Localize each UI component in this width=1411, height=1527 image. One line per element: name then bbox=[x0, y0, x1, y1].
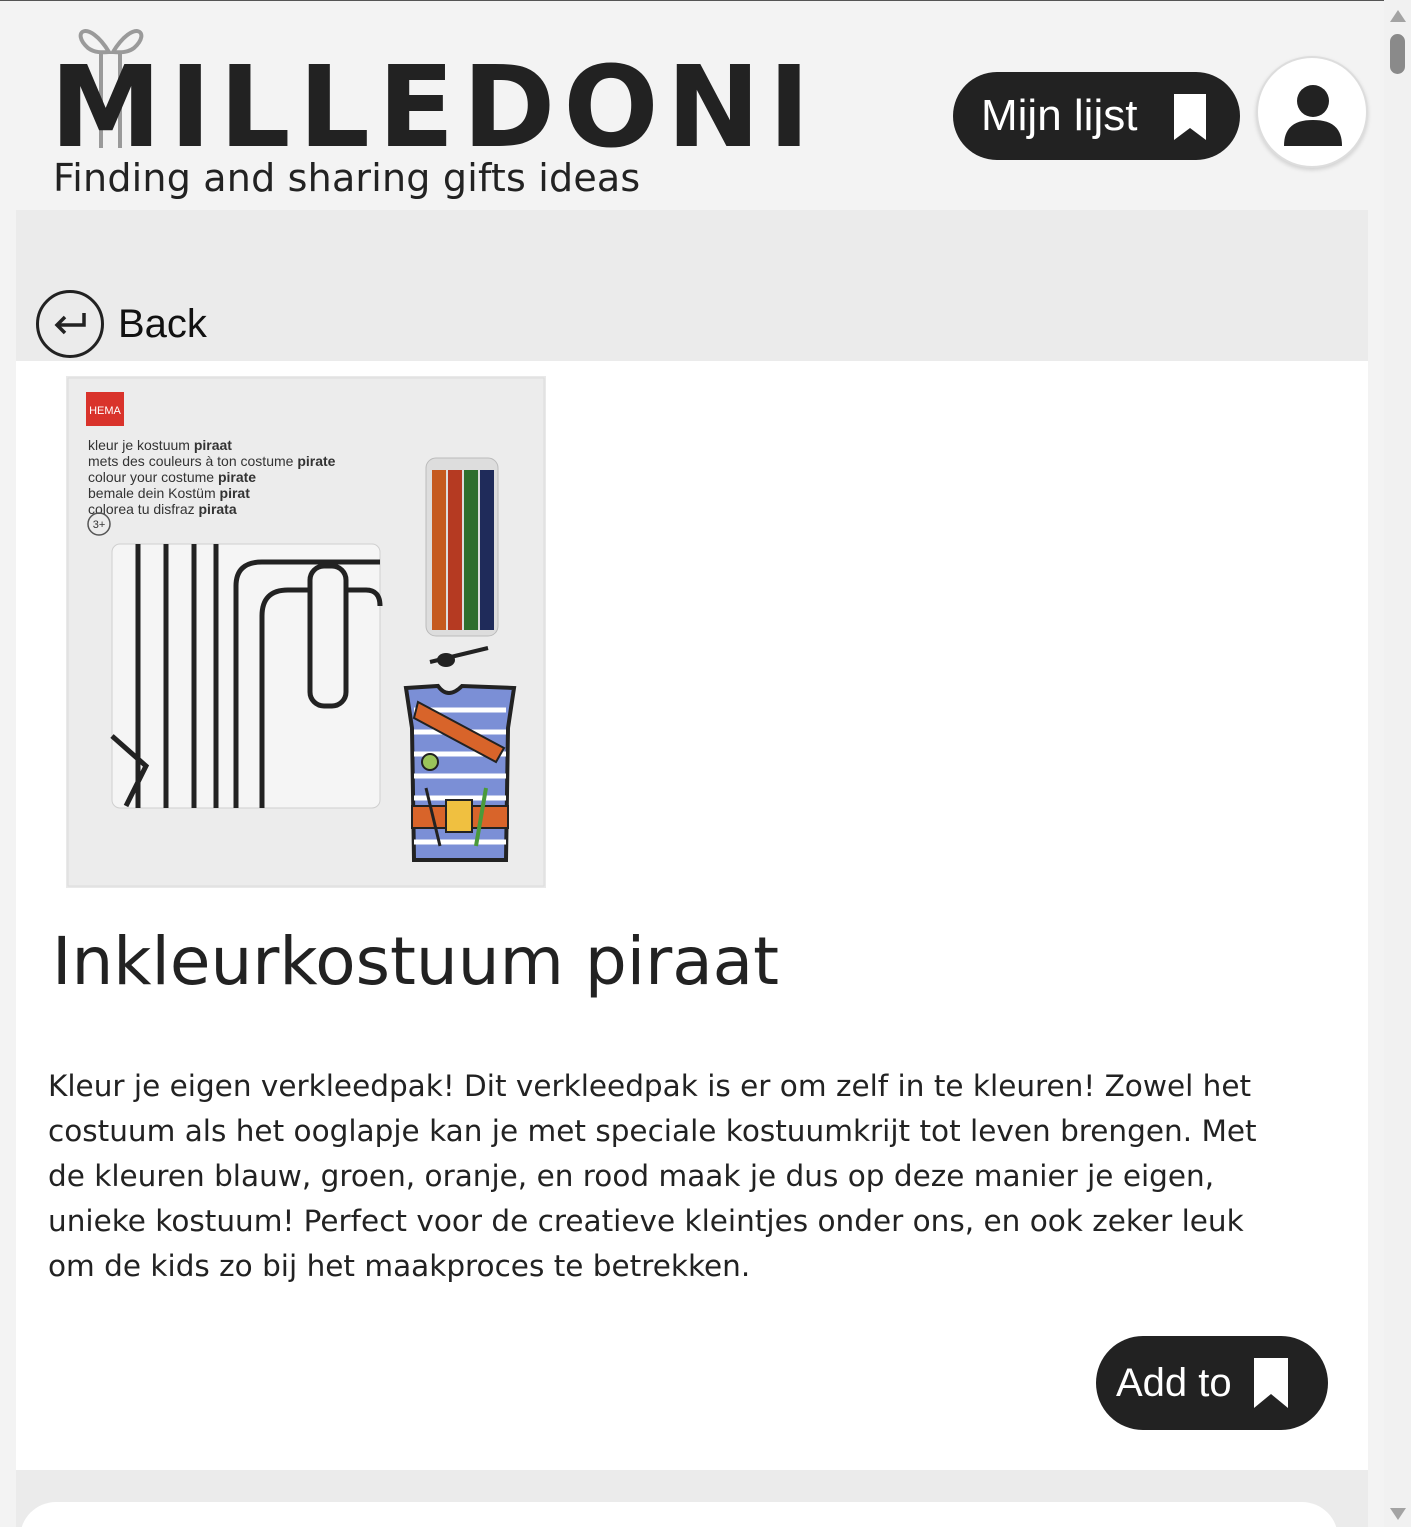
brand-name: MILLEDONI bbox=[50, 43, 818, 173]
back-circle bbox=[36, 290, 104, 358]
bookmark-icon bbox=[1254, 1358, 1288, 1408]
pack-line-4: bemale dein Kostüm pirat bbox=[88, 485, 250, 501]
vertical-scrollbar[interactable] bbox=[1384, 0, 1411, 1527]
account-button[interactable] bbox=[1256, 56, 1368, 168]
product-title: Inkleurkostuum piraat bbox=[52, 923, 779, 1000]
my-list-button[interactable]: Mijn lijst bbox=[953, 72, 1240, 160]
product-image: HEMA kleur je kostuum piraat mets des co… bbox=[66, 376, 546, 888]
store-badge: HEMA bbox=[89, 405, 121, 417]
bookmark-icon bbox=[1174, 94, 1206, 140]
site-header: MILLEDONI Finding and sharing gifts idea… bbox=[0, 0, 1384, 210]
scroll-down-arrow-icon[interactable] bbox=[1390, 1508, 1406, 1520]
pack-line-5: colorea tu disfraz pirata bbox=[88, 501, 237, 517]
next-section-card bbox=[20, 1502, 1338, 1527]
add-to-list-button[interactable]: Add to bbox=[1096, 1336, 1328, 1430]
pack-line-2: mets des couleurs à ton costume pirate bbox=[88, 453, 336, 469]
product-detail-panel: HEMA kleur je kostuum piraat mets des co… bbox=[16, 361, 1368, 1470]
pack-line-1: kleur je kostuum piraat bbox=[88, 437, 232, 453]
return-arrow-icon bbox=[54, 313, 86, 335]
product-description: Kleur je eigen verkleedpak! Dit verkleed… bbox=[48, 1069, 1257, 1283]
navigation-band: Back bbox=[16, 210, 1368, 361]
my-list-label: Mijn lijst bbox=[981, 91, 1138, 140]
logo[interactable]: MILLEDONI bbox=[50, 22, 810, 164]
pack-line-3: colour your costume pirate bbox=[88, 469, 256, 485]
brand-tagline: Finding and sharing gifts ideas bbox=[53, 156, 641, 200]
age-label: 3+ bbox=[93, 519, 106, 531]
scroll-up-arrow-icon[interactable] bbox=[1390, 10, 1406, 22]
user-icon bbox=[1284, 85, 1342, 146]
back-label: Back bbox=[118, 301, 207, 346]
scroll-thumb[interactable] bbox=[1390, 34, 1405, 74]
back-button[interactable]: Back bbox=[36, 290, 207, 358]
add-to-label: Add to bbox=[1116, 1360, 1232, 1405]
